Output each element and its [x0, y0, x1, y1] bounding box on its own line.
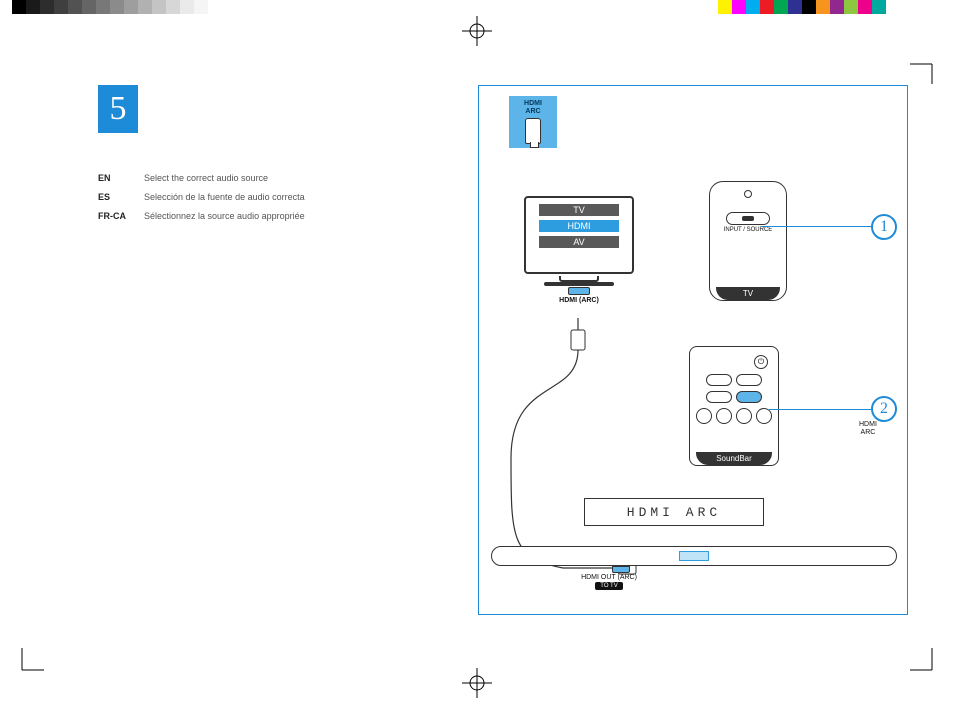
tv-hdmi-port — [568, 287, 590, 295]
power-button-icon: ⏻ — [754, 355, 768, 369]
instruction-row-en: EN Select the correct audio source — [98, 170, 305, 187]
instruction-row-frca: FR-CA Sélectionnez la source audio appro… — [98, 208, 305, 225]
callout-line — [762, 226, 872, 227]
color-swatch — [82, 0, 96, 14]
lang-code: FR-CA — [98, 208, 132, 225]
color-swatch — [54, 0, 68, 14]
remote-pill-button — [706, 374, 732, 386]
remote-hdmi-arc-button — [736, 391, 762, 403]
instruction-row-es: ES Selección de la fuente de audio corre… — [98, 189, 305, 206]
color-swatch — [236, 0, 250, 14]
tv-screen: TV HDMI AV — [524, 196, 634, 274]
soundbar-remote: ⏻ SoundBar — [689, 346, 779, 466]
input-source-button — [726, 212, 770, 225]
color-swatch — [194, 0, 208, 14]
step-number-badge: 5 — [98, 85, 138, 133]
remote-ir-eye-icon — [744, 190, 752, 198]
soundbar-hdmi-out-port — [612, 566, 630, 573]
tv-remote: INPUT / SOURCE TV — [709, 181, 787, 301]
hdmi-connector-icon — [525, 118, 541, 144]
color-swatch — [886, 0, 900, 14]
color-swatch — [208, 0, 222, 14]
color-swatch — [180, 0, 194, 14]
page-content: 5 EN Select the correct audio source ES … — [60, 60, 890, 650]
color-swatch — [222, 0, 236, 14]
color-swatch — [858, 0, 872, 14]
lang-code: EN — [98, 170, 132, 187]
remote-circle-button — [716, 408, 732, 424]
tv-menu-item: AV — [539, 236, 619, 248]
color-swatch — [844, 0, 858, 14]
soundbar-center-indicator — [679, 551, 709, 561]
remote-pill-button — [706, 391, 732, 403]
crop-mark-tr — [910, 44, 950, 84]
soundbar-port-label: HDMI OUT (ARC) TO TV — [569, 574, 649, 590]
remote-circle-button — [696, 408, 712, 424]
connection-diagram: HDMI ARC TV HDMI AV HDMI (ARC) — [478, 85, 908, 615]
color-swatch — [68, 0, 82, 14]
color-swatch — [12, 0, 26, 14]
color-swatch — [124, 0, 138, 14]
color-swatch — [788, 0, 802, 14]
instruction-text-block: EN Select the correct audio source ES Se… — [98, 170, 305, 227]
hdmi-arc-key: HDMI ARC — [509, 96, 557, 148]
remote-circle-button — [756, 408, 772, 424]
color-swatch — [760, 0, 774, 14]
color-swatch — [250, 0, 264, 14]
color-swatch — [26, 0, 40, 14]
color-swatch — [774, 0, 788, 14]
color-swatch — [732, 0, 746, 14]
color-swatch — [166, 0, 180, 14]
key-label-line: HDMI — [524, 100, 542, 107]
crop-mark-bl — [4, 648, 44, 688]
lang-code: ES — [98, 189, 132, 206]
color-swatch — [110, 0, 124, 14]
step-callout-2: 2 — [871, 396, 897, 422]
remote-footer-label: SoundBar — [696, 452, 772, 465]
soundbar-body — [491, 546, 897, 566]
step-callout-1: 1 — [871, 214, 897, 240]
color-swatch — [40, 0, 54, 14]
callout-line — [769, 409, 871, 410]
color-swatch — [96, 0, 110, 14]
label-line-boxed: TO TV — [595, 582, 622, 590]
tv-graphic: TV HDMI AV HDMI (ARC) — [524, 196, 634, 304]
color-swatch — [816, 0, 830, 14]
remote-footer-label: TV — [716, 287, 780, 300]
label-line: ARC — [861, 429, 876, 436]
soundbar-display: HDMI ARC — [584, 498, 764, 526]
tv-foot — [544, 282, 614, 286]
tv-menu-item: TV — [539, 204, 619, 216]
key-label-line: ARC — [525, 108, 540, 115]
color-swatch — [900, 0, 914, 14]
color-swatch — [690, 0, 704, 14]
registration-mark-top — [462, 16, 492, 46]
color-swatch — [830, 0, 844, 14]
color-swatch — [746, 0, 760, 14]
hdmi-arc-button-label: HDMI ARC — [859, 421, 877, 436]
tv-menu-item-selected: HDMI — [539, 220, 619, 232]
crop-mark-br — [910, 648, 950, 688]
color-swatch — [872, 0, 886, 14]
registration-mark-bottom — [462, 668, 492, 698]
lang-text: Selección de la fuente de audio correcta — [144, 189, 305, 206]
label-line: HDMI — [859, 421, 877, 428]
color-bars-left — [12, 0, 264, 14]
label-line: HDMI OUT (ARC) — [581, 574, 637, 581]
lang-text: Select the correct audio source — [144, 170, 268, 187]
color-swatch — [138, 0, 152, 14]
color-swatch — [914, 0, 928, 14]
color-swatch — [704, 0, 718, 14]
lang-text: Sélectionnez la source audio appropriée — [144, 208, 305, 225]
color-swatch — [718, 0, 732, 14]
tv-hdmi-port-label: HDMI (ARC) — [524, 297, 634, 304]
color-swatch — [152, 0, 166, 14]
remote-pill-button — [736, 374, 762, 386]
color-swatch — [802, 0, 816, 14]
key-label: HDMI ARC — [524, 100, 542, 115]
input-source-label: INPUT / SOURCE — [724, 227, 773, 233]
color-bars-right — [690, 0, 942, 14]
remote-circle-button — [736, 408, 752, 424]
color-swatch — [928, 0, 942, 14]
